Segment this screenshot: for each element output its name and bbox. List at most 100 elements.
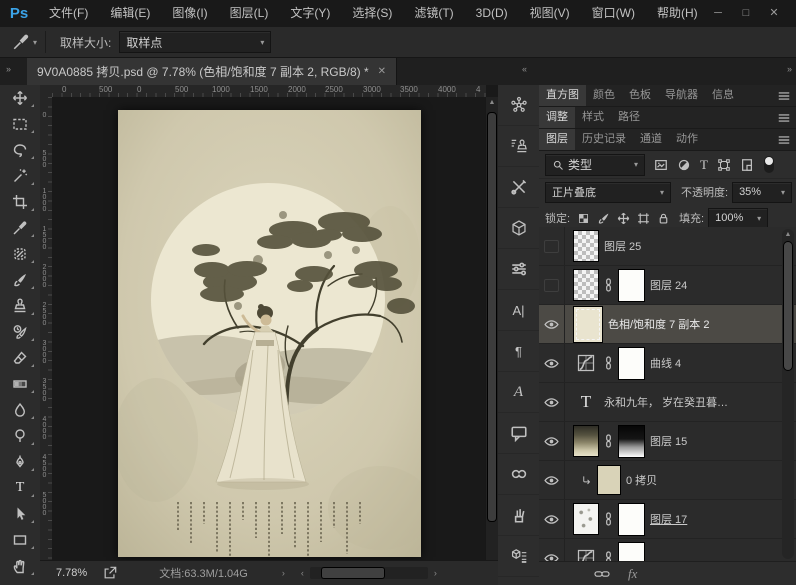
menu-3d[interactable]: 3D(D) [465,0,519,27]
layer-row-curves-4[interactable]: 曲线 4 [539,344,796,383]
type-tool[interactable]: T [0,475,40,501]
blend-mode-dropdown[interactable]: 正片叠底 ▾ [545,182,671,203]
adjustment-layer-icon[interactable] [574,543,598,562]
layer-thumbnail[interactable] [574,426,598,456]
visibility-toggle[interactable] [539,422,565,460]
panels-expand-icon[interactable]: ›› [787,64,791,74]
layer-row-hue-saturation[interactable]: 色相/饱和度 7 副本 2 [539,305,796,344]
brushes-panel-icon[interactable] [498,495,539,536]
menu-file[interactable]: 文件(F) [38,0,99,27]
tab-info[interactable]: 信息 [705,85,741,106]
layer-mask-thumbnail[interactable] [619,270,644,301]
menu-image[interactable]: 图像(I) [161,0,218,27]
layer-thumbnail[interactable] [574,504,598,534]
filter-smart-objects-icon[interactable] [740,158,754,172]
layer-filter-toggle[interactable] [764,156,774,173]
layer-name[interactable]: 图层 15 [650,433,687,449]
properties-panel-icon[interactable] [498,536,539,577]
crop-tool[interactable] [0,189,40,215]
scroll-up-icon[interactable]: ▲ [486,97,498,109]
path-selection-tool[interactable] [0,501,40,527]
character-panel-icon[interactable]: A| [498,290,539,331]
mask-link-icon[interactable] [604,434,613,448]
menu-select[interactable]: 选择(S) [341,0,403,27]
visibility-toggle[interactable] [539,266,565,304]
layer-thumbnail[interactable] [574,231,598,261]
layer-row-0-copy[interactable]: 0 拷贝 [539,461,796,500]
pen-tool[interactable] [0,449,40,475]
scrollbar-thumb[interactable] [784,242,792,370]
clone-stamp-tool[interactable] [0,293,40,319]
menu-view[interactable]: 视图(V) [519,0,581,27]
adjustment-layer-icon[interactable] [574,348,598,378]
layer-row-partial[interactable] [539,539,796,562]
tab-swatches[interactable]: 色板 [622,85,658,106]
blur-tool[interactable] [0,397,40,423]
lock-position-icon[interactable] [617,212,630,225]
tab-color[interactable]: 颜色 [586,85,622,106]
tab-histogram[interactable]: 直方图 [539,85,586,106]
tab-layers[interactable]: 图层 [539,129,575,150]
minimize-button[interactable]: ─ [704,0,732,26]
tool-presets-icon[interactable] [498,167,539,208]
tab-navigator[interactable]: 导航器 [658,85,705,106]
lasso-tool[interactable] [0,137,40,163]
menu-help[interactable]: 帮助(H) [646,0,709,27]
canvas-horizontal-scrollbar[interactable] [310,567,428,579]
move-tool[interactable] [0,85,40,111]
tab-adjustments[interactable]: 调整 [539,107,575,128]
filter-type-layers-icon[interactable]: T [700,157,708,173]
layer-row-15[interactable]: 图层 15 [539,422,796,461]
tab-actions[interactable]: 动作 [669,129,705,150]
opacity-field[interactable]: 35% ▾ [732,182,792,203]
document-tab[interactable]: 9V0A0885 拷贝.psd @ 7.78% (色相/饱和度 7 副本 2, … [27,58,397,85]
tool-preset-picker[interactable]: ▾ [0,31,46,53]
gradient-tool[interactable] [0,371,40,397]
menu-type[interactable]: 文字(Y) [279,0,341,27]
layer-row-17[interactable]: 图层 17 [539,500,796,539]
visibility-toggle[interactable] [539,461,565,499]
healing-brush-tool[interactable] [0,241,40,267]
layer-row-25[interactable]: 图层 25 [539,227,796,266]
layer-name[interactable]: 曲线 4 [650,355,681,371]
3d-panel-icon[interactable] [498,208,539,249]
tab-channels[interactable]: 通道 [633,129,669,150]
mask-link-icon[interactable] [604,278,613,292]
eyedropper-tool[interactable] [0,215,40,241]
layer-style-fx-icon[interactable]: fx [628,566,637,582]
menu-window[interactable]: 窗口(W) [581,0,646,27]
layer-name[interactable]: 永和九年， 岁在癸丑暮… [604,394,728,410]
mask-link-icon[interactable] [604,512,613,526]
link-layers-icon[interactable] [594,568,610,580]
layer-filter-type-dropdown[interactable]: 类型 ▾ [545,154,645,176]
libraries-panel-icon[interactable] [498,454,539,495]
layer-mask-thumbnail[interactable] [619,543,644,563]
layer-thumbnail[interactable] [574,270,598,300]
tab-close-icon[interactable]: ✕ [378,66,386,77]
scroll-right-icon[interactable]: › [434,568,437,578]
toolbar-collapse-icon[interactable]: ›› [6,64,10,74]
layer-thumbnail[interactable] [598,466,620,494]
layer-name[interactable]: 0 拷贝 [626,472,657,488]
brush-tool[interactable] [0,267,40,293]
layers-scrollbar[interactable]: ▲ [782,229,794,559]
fill-field[interactable]: 100% ▾ [708,208,768,229]
clone-source-icon[interactable] [498,126,539,167]
rectangular-marquee-tool[interactable] [0,111,40,137]
text-layer-icon[interactable]: T [574,392,598,412]
scrollbar-thumb[interactable] [488,113,496,521]
document-viewport[interactable] [52,97,486,561]
visibility-toggle[interactable] [539,344,565,382]
visibility-toggle[interactable] [539,227,565,265]
layer-name[interactable]: 图层 25 [604,238,641,254]
tab-paths[interactable]: 路径 [611,107,647,128]
menu-edit[interactable]: 编辑(E) [99,0,161,27]
layer-name[interactable]: 图层 17 [650,511,687,527]
lock-transparency-icon[interactable] [577,212,590,225]
share-export-icon[interactable] [103,566,117,580]
filter-pixel-layers-icon[interactable] [654,158,668,172]
close-button[interactable]: ✕ [760,0,788,26]
layer-row-24[interactable]: 图层 24 [539,266,796,305]
mask-link-icon[interactable] [604,356,613,370]
zoom-level-field[interactable]: 7.78% [56,567,87,579]
